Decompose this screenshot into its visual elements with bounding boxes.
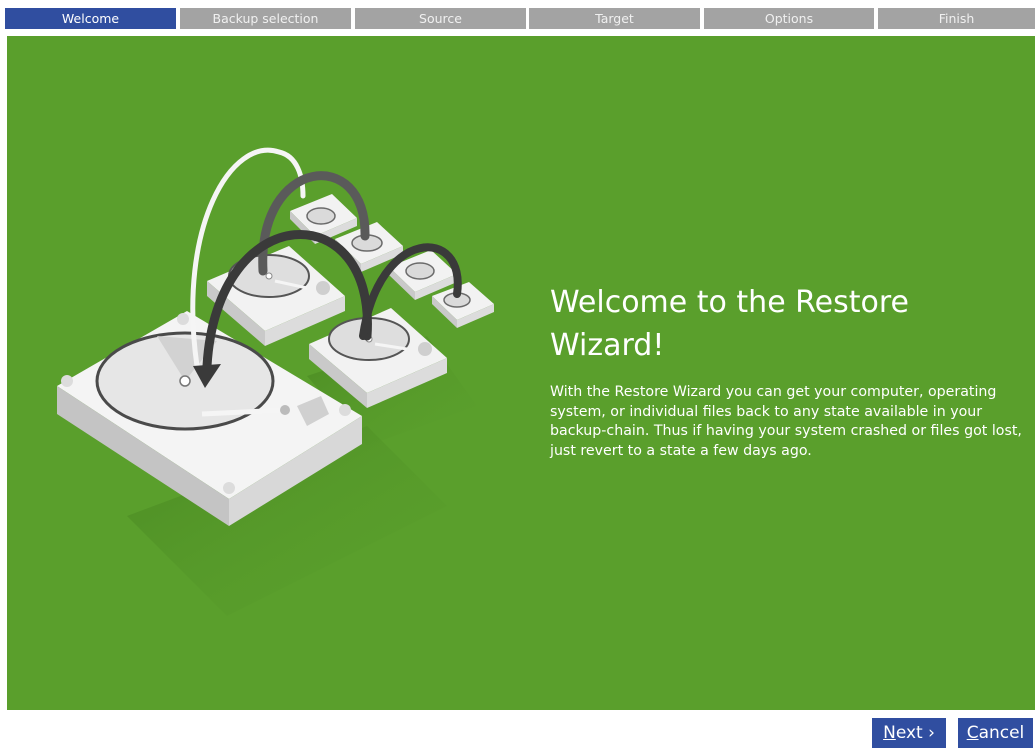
hard-drives-restore-icon xyxy=(57,147,494,616)
step-backup-selection[interactable]: Backup selection xyxy=(180,8,351,29)
cancel-accelerator: C xyxy=(966,723,979,743)
wizard-steps: Welcome Backup selection Source Target O… xyxy=(5,8,1035,29)
step-welcome[interactable]: Welcome xyxy=(5,8,176,29)
step-source[interactable]: Source xyxy=(355,8,526,29)
cancel-button[interactable]: Cancel xyxy=(958,718,1033,748)
welcome-description: With the Restore Wizard you can get your… xyxy=(550,384,1022,459)
page-title: Welcome to the Restore Wizard! xyxy=(550,285,910,363)
step-target[interactable]: Target xyxy=(529,8,700,29)
cancel-label: ancel xyxy=(978,723,1025,743)
step-options[interactable]: Options xyxy=(704,8,874,29)
next-accelerator: N xyxy=(883,723,896,743)
next-label: ext › xyxy=(895,723,935,743)
step-finish[interactable]: Finish xyxy=(878,8,1035,29)
welcome-panel: Welcome to the Restore Wizard! With the … xyxy=(7,36,1035,710)
next-button[interactable]: Next › xyxy=(872,718,946,748)
